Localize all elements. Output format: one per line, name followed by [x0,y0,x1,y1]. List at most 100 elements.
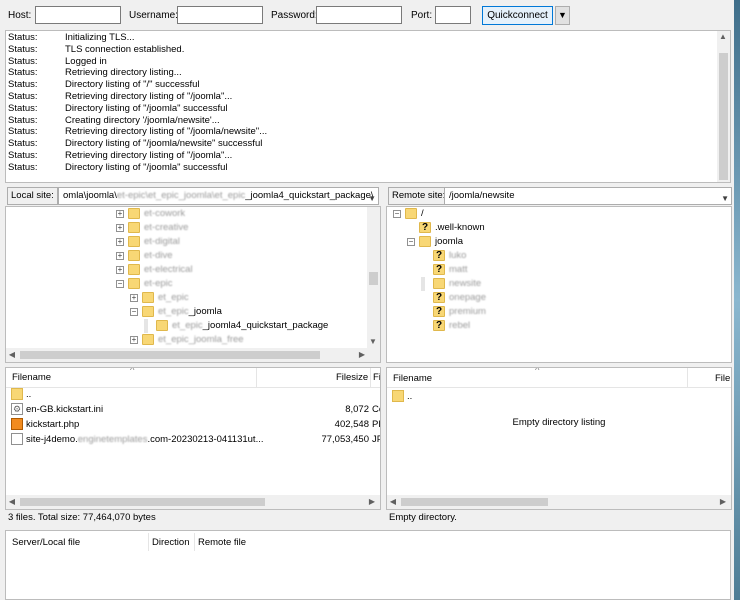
col-remote-file[interactable]: Remote file [198,537,246,548]
remote-directory-tree: −/ .well-known −joomla luko matt newsite… [386,206,732,363]
local-tree-vscrollbar[interactable]: ▼ [367,207,380,348]
scroll-down-icon[interactable]: ▼ [367,336,379,348]
log-status-label: Status: [8,102,38,114]
log-message: Logged in [65,55,107,67]
col-filesize[interactable]: File [715,373,730,384]
tree-node-selected[interactable]: et_epic_joomla4_quickstart_package [144,319,328,333]
col-filename[interactable]: Filename [393,373,432,384]
log-message: Initializing TLS... [65,32,135,43]
local-list-hscrollbar[interactable]: ◀ ▶ [6,495,380,509]
log-status-label: Status: [8,91,38,102]
log-status-label: Status: [8,67,38,79]
quickconnect-button[interactable]: Quickconnect [482,6,553,25]
scrollbar-thumb[interactable] [719,53,728,180]
scroll-left-icon[interactable]: ◀ [6,496,18,508]
remote-site-label: Remote site: [388,187,450,205]
password-label: Password: [271,10,318,21]
remote-site-bar: Remote site: /joomla/newsite ▼ [386,187,732,205]
log-message: Retrieving directory listing of "/joomla… [65,150,233,161]
log-status-label: Status: [8,126,38,138]
log-status-label: Status: [8,161,38,173]
log-message: Directory listing of "/" successful [65,79,200,91]
php-file-icon [11,418,23,430]
local-site-bar: Local site: omla\joomla\et-epic\et_epic_… [5,187,381,205]
host-input[interactable] [35,6,121,24]
local-file-list: Filename ^ Filesize Fi .. en-GB.kickstar… [5,367,381,510]
remote-list-hscrollbar[interactable]: ◀ ▶ [387,495,731,509]
scrollbar-thumb[interactable] [401,498,548,506]
file-icon [11,433,23,445]
log-status-label: Status: [8,55,38,67]
file-row[interactable]: kickstart.php402,548PH [9,417,380,432]
desktop-background [734,0,740,600]
local-path-start: omla\joomla\ [63,190,117,201]
scroll-right-icon[interactable]: ▶ [356,349,368,361]
quickconnect-history-dropdown[interactable]: ▼ [555,6,570,25]
transfer-queue: Server/Local file Direction Remote file [5,530,731,600]
col-direction[interactable]: Direction [152,537,190,548]
log-status-label: Status: [8,32,38,43]
log-message: Directory listing of "/joomla/newsite" s… [65,138,263,150]
log-message: Directory listing of "/joomla" successfu… [65,161,228,173]
log-message: Directory listing of "/joomla" successfu… [65,102,228,114]
log-status-label: Status: [8,114,38,126]
remote-path-text: /joomla/newsite [449,190,515,201]
log-scrollbar[interactable]: ▲ [717,31,730,182]
log-status-label: Status: [8,138,38,150]
scroll-right-icon[interactable]: ▶ [366,496,378,508]
chevron-down-icon[interactable]: ▼ [721,191,729,204]
folder-icon [392,390,404,402]
col-server-local-file[interactable]: Server/Local file [12,537,80,548]
log-status-label: Status: [8,150,38,161]
local-path-blurred: et-epic\et_epic_joomla\et_epic [116,190,246,201]
local-status: 3 files. Total size: 77,464,070 bytes [8,512,156,523]
log-message: TLS connection established. [65,43,185,55]
col-filetype[interactable]: Fi [373,372,380,383]
file-row[interactable]: site-j4demo.enginetemplates.com-20230213… [9,432,380,447]
scrollbar-thumb[interactable] [369,272,378,285]
scroll-left-icon[interactable]: ◀ [6,349,18,361]
port-label: Port: [411,10,433,21]
remote-file-list: Filename ^ File .. Empty directory listi… [386,367,732,510]
local-path-input[interactable]: omla\joomla\et-epic\et_epic_joomla\et_ep… [58,187,379,205]
scroll-right-icon[interactable]: ▶ [717,496,729,508]
sort-indicator-icon: ^ [130,367,135,376]
tree-node-selected[interactable]: newsite [421,277,481,291]
log-status-label: Status: [8,79,38,91]
quickconnect-bar: Host: Username: Password: Port: Quickcon… [0,0,740,30]
remote-path-input[interactable]: /joomla/newsite ▼ [444,187,732,205]
log-message: Retrieving directory listing of "/joomla… [65,126,268,138]
col-filename[interactable]: Filename [12,372,51,383]
password-input[interactable] [316,6,402,24]
log-message: Retrieving directory listing of "/joomla… [65,91,233,102]
col-filesize[interactable]: Filesize [336,372,368,383]
file-row[interactable]: en-GB.kickstart.ini8,072Co [9,402,380,417]
local-site-label: Local site: [7,187,58,205]
local-path-end: _joomla4_quickstart_package\ [245,190,374,201]
log-message: Creating directory '/joomla/newsite'... [65,114,220,126]
chevron-down-icon: ▼ [558,10,567,20]
file-row[interactable]: .. [9,387,379,402]
log-status-label: Status: [8,43,38,55]
chevron-down-icon[interactable]: ▼ [368,191,376,204]
remote-status: Empty directory. [389,512,457,523]
log-message: Retrieving directory listing... [65,67,182,79]
message-log: Status: Initializing TLS... Status: TLS con… [5,30,731,183]
scroll-up-icon[interactable]: ▲ [717,31,729,43]
sort-indicator-icon: ^ [535,367,540,376]
scrollbar-thumb[interactable] [20,351,320,359]
scrollbar-thumb[interactable] [20,498,265,506]
username-label: Username: [129,10,178,21]
file-row[interactable]: .. [390,389,730,404]
local-file-list-header: Filename ^ Filesize Fi [6,368,380,388]
host-label: Host: [8,10,32,21]
remote-file-list-header: Filename ^ File [387,368,731,388]
username-input[interactable] [177,6,263,24]
local-tree-hscrollbar[interactable]: ◀ ▶ [6,348,380,362]
folder-icon [11,388,23,400]
scroll-left-icon[interactable]: ◀ [387,496,399,508]
ini-file-icon [11,402,23,417]
empty-listing-message: Empty directory listing [512,417,606,428]
port-input[interactable] [435,6,471,24]
local-directory-tree: + et-cowork + et-creative + et-digital + et-… [5,206,381,363]
